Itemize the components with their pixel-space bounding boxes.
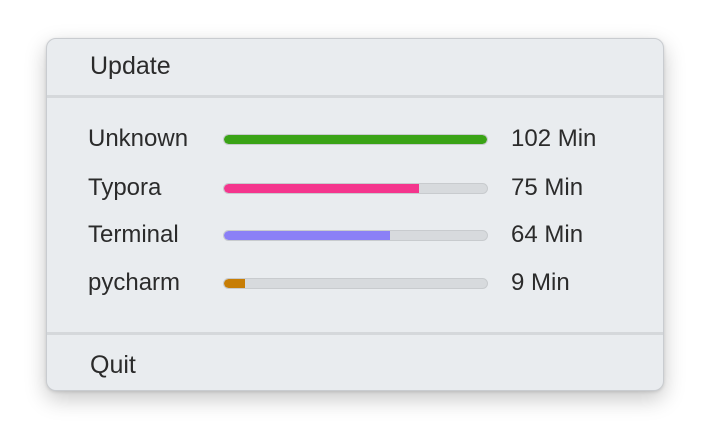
usage-bar (223, 230, 488, 241)
usage-bar (223, 183, 488, 194)
usage-bar-fill (224, 231, 390, 240)
app-name: Unknown (88, 125, 189, 152)
menu-separator (47, 332, 663, 335)
app-name: Typora (88, 174, 162, 201)
usage-duration: 64 Min (511, 221, 584, 248)
usage-bar-fill (224, 279, 246, 288)
usage-duration: 75 Min (511, 174, 584, 201)
usage-duration: 102 Min (511, 125, 597, 152)
usage-row-unknown: Unknown 102 Min (47, 124, 663, 154)
usage-row-typora: Typora 75 Min (47, 173, 663, 203)
usage-duration: 9 Min (511, 269, 570, 296)
menu-separator (47, 95, 663, 98)
usage-row-terminal: Terminal 64 Min (47, 220, 663, 250)
usage-bar (223, 134, 488, 145)
usage-menu: Update Unknown 102 Min Typora 75 Min Ter… (46, 38, 664, 391)
usage-bar-fill (224, 184, 419, 193)
usage-row-pycharm: pycharm 9 Min (47, 268, 663, 298)
usage-bar (223, 278, 488, 289)
update-menu-item[interactable]: Update (90, 51, 171, 81)
quit-menu-item[interactable]: Quit (90, 350, 136, 380)
app-name: Terminal (88, 221, 179, 248)
app-name: pycharm (88, 269, 181, 296)
usage-bar-fill (224, 135, 487, 144)
